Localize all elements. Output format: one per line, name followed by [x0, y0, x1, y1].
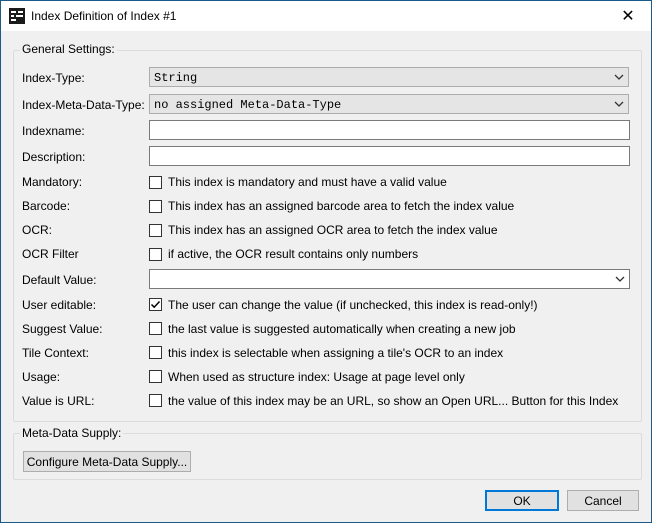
- cancel-button[interactable]: Cancel: [567, 490, 639, 511]
- value-is-url-checkbox[interactable]: [149, 394, 162, 407]
- chevron-down-icon: [615, 276, 625, 282]
- ocr-label: OCR:: [22, 223, 52, 237]
- meta-type-label: Index-Meta-Data-Type:: [22, 98, 145, 112]
- suggest-value-text: the last value is suggested automaticall…: [168, 322, 516, 336]
- suggest-value-label: Suggest Value:: [22, 322, 103, 336]
- checkmark-icon: [150, 300, 161, 309]
- indexname-field[interactable]: [149, 120, 630, 140]
- description-label: Description:: [22, 150, 86, 164]
- value-is-url-label: Value is URL:: [22, 394, 95, 408]
- window-title: Index Definition of Index #1: [31, 9, 177, 23]
- barcode-checkbox[interactable]: [149, 200, 162, 213]
- mandatory-label: Mandatory:: [22, 175, 83, 189]
- meta-type-value: no assigned Meta-Data-Type: [154, 98, 342, 112]
- tile-context-checkbox[interactable]: [149, 346, 162, 359]
- ocr-checkbox[interactable]: [149, 224, 162, 237]
- index-type-select[interactable]: String: [149, 67, 629, 87]
- usage-text: When used as structure index: Usage at p…: [168, 370, 465, 384]
- usage-label: Usage:: [22, 370, 61, 384]
- barcode-label: Barcode:: [22, 199, 71, 213]
- title-bar: Index Definition of Index #1 ✕: [1, 1, 651, 31]
- chevron-down-icon: [614, 101, 624, 107]
- user-editable-checkbox[interactable]: [149, 298, 162, 311]
- ocr-text: This index has an assigned OCR area to f…: [168, 223, 498, 237]
- barcode-text: This index has an assigned barcode area …: [168, 199, 515, 213]
- mandatory-checkbox[interactable]: [149, 176, 162, 189]
- general-settings-label: General Settings:: [20, 42, 117, 56]
- user-editable-text: The user can change the value (if unchec…: [168, 298, 538, 312]
- index-type-label: Index-Type:: [22, 71, 85, 85]
- value-is-url-text: the value of this index may be an URL, s…: [168, 394, 619, 408]
- configure-meta-data-supply-button[interactable]: Configure Meta-Data Supply...: [23, 451, 191, 472]
- app-form-icon: [9, 8, 25, 24]
- default-value-combo[interactable]: [149, 269, 630, 289]
- index-type-value: String: [154, 71, 198, 85]
- ocr-filter-label: OCR Filter: [22, 247, 79, 261]
- mandatory-text: This index is mandatory and must have a …: [168, 175, 447, 189]
- tile-context-label: Tile Context:: [22, 346, 89, 360]
- suggest-value-checkbox[interactable]: [149, 322, 162, 335]
- close-icon[interactable]: ✕: [605, 1, 651, 31]
- usage-checkbox[interactable]: [149, 370, 162, 383]
- ocr-filter-checkbox[interactable]: [149, 248, 162, 261]
- indexname-label: Indexname:: [22, 124, 85, 138]
- ok-button[interactable]: OK: [485, 490, 559, 511]
- default-value-label: Default Value:: [22, 273, 97, 287]
- dialog-window: Index Definition of Index #1 ✕ General S…: [0, 0, 652, 523]
- description-field[interactable]: [149, 146, 630, 166]
- user-editable-label: User editable:: [22, 298, 97, 312]
- meta-type-select[interactable]: no assigned Meta-Data-Type: [149, 94, 629, 114]
- chevron-down-icon: [614, 74, 624, 80]
- ocr-filter-text: if active, the OCR result contains only …: [168, 247, 419, 261]
- meta-data-supply-label: Meta-Data Supply:: [20, 426, 124, 440]
- tile-context-text: this index is selectable when assigning …: [168, 346, 504, 360]
